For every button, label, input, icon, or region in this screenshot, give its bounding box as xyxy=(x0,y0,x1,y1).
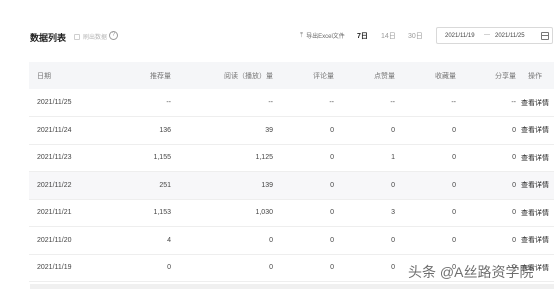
date-cell: 2021/11/23 xyxy=(37,154,72,162)
col-recommend-header: 推荐量 xyxy=(150,72,171,80)
share-cell: -- xyxy=(511,99,516,106)
date-cell: 2021/11/25 xyxy=(37,99,72,106)
comment-cell: 0 xyxy=(330,154,334,162)
recommend-cell: 136 xyxy=(159,126,171,134)
table-row: 2021/11/22 251 139 0 0 0 0 查看详情 xyxy=(29,171,554,200)
brush-data-toggle[interactable]: 刷出数据 xyxy=(74,32,107,41)
calendar-icon[interactable] xyxy=(541,32,549,40)
view-detail-link[interactable]: 查看详情 xyxy=(516,144,554,172)
export-excel-button[interactable]: ⤒ 导出Excel文件 xyxy=(300,31,345,41)
date-cell: 2021/11/22 xyxy=(37,181,72,189)
date-end-value[interactable]: 2021/11/25 xyxy=(495,33,525,39)
recommend-cell: 4 xyxy=(167,236,171,244)
recommend-cell: 251 xyxy=(159,181,171,189)
like-cell: 0 xyxy=(391,126,395,134)
date-cell: 2021/11/21 xyxy=(37,209,72,217)
favorite-cell: 0 xyxy=(452,209,456,217)
date-separator: — xyxy=(484,32,490,38)
read-cell: -- xyxy=(268,99,273,106)
horizontal-scrollbar[interactable] xyxy=(30,284,554,289)
col-comment-header: 评论量 xyxy=(313,72,334,80)
brush-data-label: 刷出数据 xyxy=(83,35,108,41)
date-cell: 2021/11/20 xyxy=(37,236,72,244)
view-detail-link[interactable]: 查看详情 xyxy=(516,227,554,255)
like-cell: 0 xyxy=(391,181,395,189)
read-cell: 1,030 xyxy=(255,209,273,217)
like-cell: -- xyxy=(390,99,395,106)
like-cell: 1 xyxy=(391,154,395,162)
page-title: 数据列表 xyxy=(30,33,67,43)
col-like-header: 点赞量 xyxy=(374,72,395,80)
range-30d-tab[interactable]: 30日 xyxy=(408,31,423,41)
data-table: 日期 推荐量 阅读（播放）量 评论量 点赞量 收藏量 分享量 操作 2021/1… xyxy=(29,62,554,282)
share-cell: 0 xyxy=(512,154,516,162)
comment-cell: 0 xyxy=(330,264,334,272)
read-cell: 39 xyxy=(265,126,273,134)
date-cell: 2021/11/19 xyxy=(37,264,72,272)
like-cell: 0 xyxy=(391,264,395,272)
upload-icon: ⤒ xyxy=(300,31,304,39)
recommend-cell: -- xyxy=(166,99,171,106)
favorite-cell: 0 xyxy=(452,181,456,189)
read-cell: 139 xyxy=(261,181,273,189)
comment-cell: 0 xyxy=(330,126,334,134)
export-excel-label: 导出Excel文件 xyxy=(306,34,345,40)
favorite-cell: -- xyxy=(451,99,456,106)
favorite-cell: 0 xyxy=(452,154,456,162)
table-row: 2021/11/24 136 39 0 0 0 0 查看详情 xyxy=(29,117,554,145)
view-detail-link[interactable]: 查看详情 xyxy=(516,199,554,227)
favorite-cell: 0 xyxy=(452,236,456,244)
share-cell: 0 xyxy=(512,126,516,134)
date-start-value[interactable]: 2021/11/19 xyxy=(445,33,475,39)
comment-cell: 0 xyxy=(330,236,334,244)
table-header-row: 日期 推荐量 阅读（播放）量 评论量 点赞量 收藏量 分享量 操作 xyxy=(29,62,554,89)
view-detail-link[interactable]: 查看详情 xyxy=(516,172,554,200)
comment-cell: -- xyxy=(329,99,334,106)
checkbox-icon xyxy=(74,33,80,40)
like-cell: 3 xyxy=(391,209,395,217)
date-range-picker[interactable]: 2021/11/19 — 2021/11/25 xyxy=(436,27,553,44)
share-cell: 0 xyxy=(512,181,516,189)
share-cell: 0 xyxy=(512,209,516,217)
table-row: 2021/11/25 -- -- -- -- -- -- 查看详情 xyxy=(29,89,554,117)
col-share-header: 分享量 xyxy=(495,72,516,80)
table-row: 2021/11/23 1,155 1,125 0 1 0 0 查看详情 xyxy=(29,144,554,172)
watermark: 头条 @A丝路资学院 xyxy=(408,264,534,280)
comment-cell: 0 xyxy=(330,181,334,189)
recommend-cell: 1,155 xyxy=(153,154,171,162)
share-cell: 0 xyxy=(512,236,516,244)
col-date-header: 日期 xyxy=(37,72,51,80)
col-favorite-header: 收藏量 xyxy=(435,72,456,80)
table-row: 2021/11/21 1,153 1,030 0 3 0 0 查看详情 xyxy=(29,199,554,227)
range-14d-tab[interactable]: 14日 xyxy=(381,31,396,41)
col-action-header: 操作 xyxy=(528,72,542,80)
recommend-cell: 0 xyxy=(167,264,171,272)
read-cell: 0 xyxy=(269,236,273,244)
recommend-cell: 1,153 xyxy=(153,209,171,217)
favorite-cell: 0 xyxy=(452,126,456,134)
question-circle-icon[interactable]: ? xyxy=(109,31,118,40)
date-cell: 2021/11/24 xyxy=(37,126,72,134)
view-detail-link[interactable]: 查看详情 xyxy=(516,117,554,145)
comment-cell: 0 xyxy=(330,209,334,217)
read-cell: 1,125 xyxy=(255,154,273,162)
read-cell: 0 xyxy=(269,264,273,272)
range-7d-tab[interactable]: 7日 xyxy=(357,31,368,41)
table-row: 2021/11/20 4 0 0 0 0 0 查看详情 xyxy=(29,227,554,255)
like-cell: 0 xyxy=(391,236,395,244)
col-read-header: 阅读（播放）量 xyxy=(224,72,273,80)
toolbar: 数据列表 刷出数据 ? ⤒ 导出Excel文件 7日 14日 30日 2021/… xyxy=(0,0,554,66)
view-detail-link[interactable]: 查看详情 xyxy=(516,89,554,117)
